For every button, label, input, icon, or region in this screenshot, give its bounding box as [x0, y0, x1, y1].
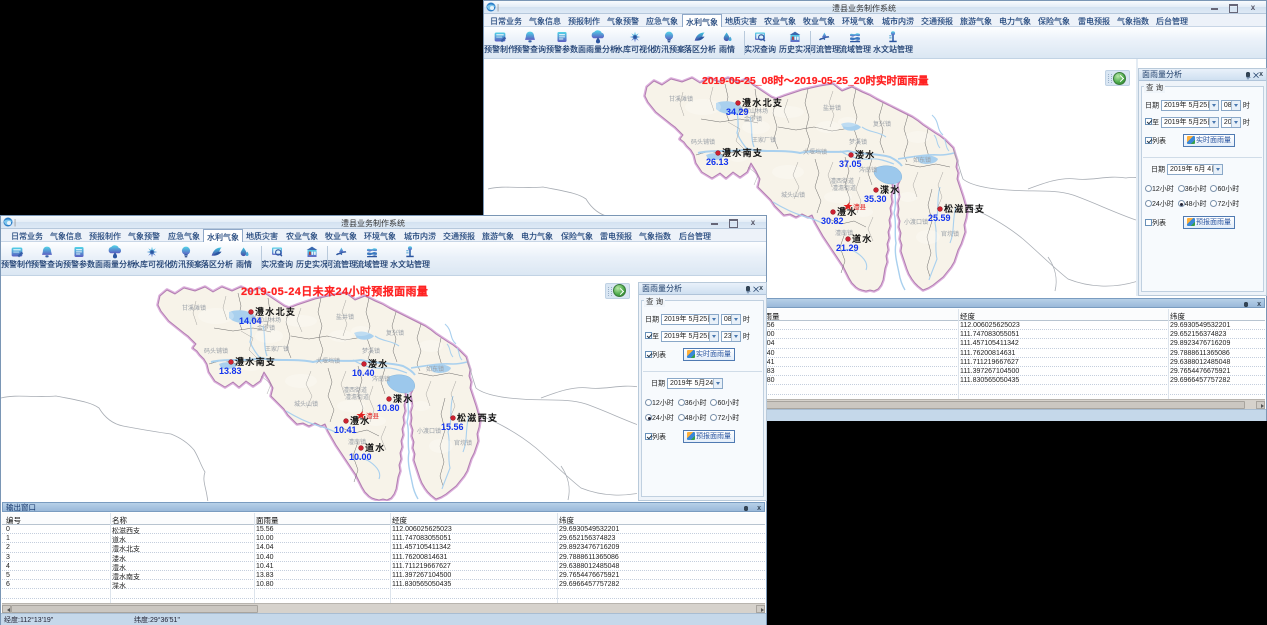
svg-text:14.04: 14.04: [239, 316, 262, 326]
svg-text:澧县: 澧县: [853, 202, 867, 211]
svg-text:10.40: 10.40: [352, 368, 375, 378]
svg-text:21.29: 21.29: [836, 243, 859, 253]
svg-text:30.82: 30.82: [821, 216, 844, 226]
svg-text:26.13: 26.13: [706, 157, 729, 167]
svg-text:澧县: 澧县: [366, 411, 380, 420]
svg-text:10.80: 10.80: [377, 403, 400, 413]
svg-text:25.59: 25.59: [928, 213, 951, 223]
svg-text:10.41: 10.41: [334, 425, 357, 435]
svg-text:10.00: 10.00: [349, 452, 372, 462]
svg-text:15.56: 15.56: [441, 422, 464, 432]
svg-text:35.30: 35.30: [864, 194, 887, 204]
svg-text:34.29: 34.29: [726, 107, 749, 117]
svg-text:13.83: 13.83: [219, 366, 242, 376]
svg-text:37.05: 37.05: [839, 159, 862, 169]
